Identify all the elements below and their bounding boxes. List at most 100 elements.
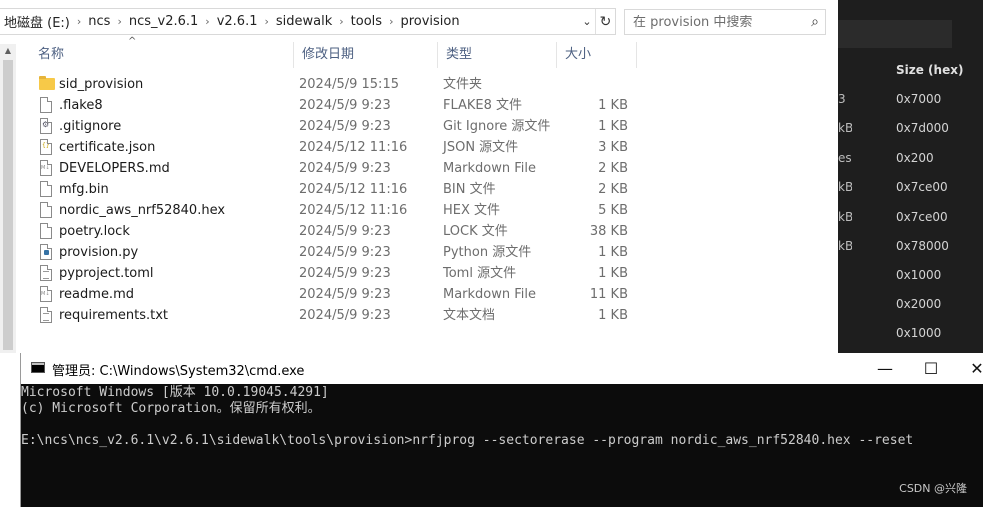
background-row-hex: 0x78000 [896,239,949,253]
background-row-size: kB [838,210,852,224]
file-row[interactable]: requirements.txt 2024/5/9 9:23 文本文档 1 KB [36,305,646,326]
file-row[interactable]: .flake8 2024/5/9 9:23 FLAKE8 文件 1 KB [36,95,646,116]
file-date: 2024/5/9 9:23 [299,119,391,134]
file-type: Markdown File [443,287,537,302]
lines-file-icon [40,307,52,323]
background-row: es 0x200 [838,151,983,171]
close-button[interactable]: ✕ [954,353,983,384]
background-row: 0x1000 [838,268,983,288]
file-row[interactable]: provision.py 2024/5/9 9:23 Python 源文件 1 … [36,242,646,263]
breadcrumb-provision[interactable]: provision [396,14,463,29]
background-row-size: kB [838,121,852,135]
chevron-right-icon[interactable]: › [386,15,396,28]
chevron-right-icon[interactable]: › [336,15,346,28]
file-date: 2024/5/9 9:23 [299,161,391,176]
file-date: 2024/5/9 9:23 [299,224,391,239]
search-icon[interactable]: ⌕ [811,14,819,30]
file-name: certificate.json [59,140,156,155]
background-row: kB 0x7d000 [838,121,983,141]
background-row-hex: 0x1000 [896,326,942,340]
column-header-size[interactable]: 大小 [557,42,637,68]
file-size: 1 KB [598,98,628,113]
file-name: poetry.lock [59,224,130,239]
file-row[interactable]: certificate.json 2024/5/12 11:16 JSON 源文… [36,137,646,158]
background-row-hex: 0x7d000 [896,121,949,135]
lines-file-icon [40,265,52,281]
console-line: (c) Microsoft Corporation。保留所有权利。 [21,401,321,416]
file-date: 2024/5/9 15:15 [299,77,399,92]
gear-file-icon [40,118,52,134]
background-row: 0x1000 [838,326,983,346]
size-hex-column-header: Size (hex) [896,63,964,77]
minimize-button[interactable]: — [862,353,908,384]
breadcrumb-version[interactable]: v2.6.1 [213,14,262,29]
column-header-type[interactable]: 类型 [438,42,557,68]
file-type: 文本文档 [443,308,496,323]
chevron-right-icon[interactable]: › [114,15,124,28]
breadcrumb-ncs-version[interactable]: ncs_v2.6.1 [125,14,202,29]
search-box[interactable]: ⌕ [624,9,826,35]
file-type: BIN 文件 [443,182,496,197]
file-icon [40,181,52,197]
file-row[interactable]: .gitignore 2024/5/9 9:23 Git Ignore 源文件 … [36,116,646,137]
file-row[interactable]: poetry.lock 2024/5/9 9:23 LOCK 文件 38 KB [36,221,646,242]
column-header-name[interactable]: 名称 [30,42,294,68]
file-row[interactable]: DEVELOPERS.md 2024/5/9 9:23 Markdown Fil… [36,158,646,179]
cmd-console-output[interactable]: Microsoft Windows [版本 10.0.19045.4291] (… [21,384,983,507]
navigation-pane-scrollbar[interactable]: ▲ [0,44,16,353]
background-row-size: kB [838,180,852,194]
breadcrumb-sidewalk[interactable]: sidewalk [272,14,336,29]
chevron-down-icon[interactable]: ⌄ [579,9,595,34]
file-row[interactable]: mfg.bin 2024/5/12 11:16 BIN 文件 2 KB [36,179,646,200]
refresh-icon[interactable]: ↻ [595,9,615,34]
column-header-date[interactable]: 修改日期 [294,42,438,68]
background-row-size: 3 [838,92,846,106]
file-size: 1 KB [598,119,628,134]
background-row-hex: 0x200 [896,151,934,165]
file-row[interactable]: readme.md 2024/5/9 9:23 Markdown File 11… [36,284,646,305]
chevron-right-icon[interactable]: › [74,15,84,28]
file-name: readme.md [59,287,134,302]
file-row[interactable]: sid_provision 2024/5/9 15:15 文件夹 [36,74,646,95]
file-row[interactable]: pyproject.toml 2024/5/9 9:23 Toml 源文件 1 … [36,263,646,284]
file-date: 2024/5/12 11:16 [299,203,408,218]
breadcrumb-drive[interactable]: 地磁盘 (E:) [0,12,74,31]
file-name: mfg.bin [59,182,109,197]
scroll-up-arrow-icon[interactable]: ▲ [0,44,16,58]
console-line: Microsoft Windows [版本 10.0.19045.4291] [21,385,329,400]
file-date: 2024/5/9 9:23 [299,98,391,113]
background-row: kB 0x7ce00 [838,180,983,200]
file-size: 11 KB [589,287,628,302]
search-input[interactable] [633,14,803,30]
address-bar[interactable]: 地磁盘 (E:) › ncs › ncs_v2.6.1 › v2.6.1 › s… [0,8,616,35]
file-date: 2024/5/9 9:23 [299,266,391,281]
file-size: 1 KB [598,266,628,281]
file-date: 2024/5/12 11:16 [299,140,408,155]
background-row: kB 0x7ce00 [838,210,983,230]
chevron-right-icon[interactable]: › [261,15,271,28]
breadcrumb-tools[interactable]: tools [347,14,386,29]
file-icon [40,97,52,113]
maximize-button[interactable]: ☐ [908,353,954,384]
file-row[interactable]: nordic_aws_nrf52840.hex 2024/5/12 11:16 … [36,200,646,221]
file-name: provision.py [59,245,139,260]
file-size: 5 KB [598,203,628,218]
background-row-size: kB [838,239,852,253]
file-type: HEX 文件 [443,203,501,218]
chevron-right-icon[interactable]: › [202,15,212,28]
file-list: sid_provision 2024/5/9 15:15 文件夹 .flake8… [36,74,646,326]
breadcrumb-ncs[interactable]: ncs [84,14,114,29]
cmd-window-title: 管理员: C:\Windows\System32\cmd.exe [52,364,305,379]
markdown-file-icon [40,286,52,302]
file-name: .gitignore [59,119,122,134]
file-name: DEVELOPERS.md [59,161,170,176]
file-explorer-window: 地磁盘 (E:) › ncs › ncs_v2.6.1 › v2.6.1 › s… [0,0,838,353]
column-headers: 名称 修改日期 类型 大小 [30,42,640,68]
scrollbar-thumb[interactable] [3,60,13,350]
cmd-title-bar[interactable]: 管理员: C:\Windows\System32\cmd.exe — ☐ ✕ [21,353,983,384]
file-type: Python 源文件 [443,245,532,260]
background-row-hex: 0x1000 [896,268,942,282]
terminal-icon [31,362,45,373]
file-type: Toml 源文件 [443,266,517,281]
file-name: pyproject.toml [59,266,154,281]
